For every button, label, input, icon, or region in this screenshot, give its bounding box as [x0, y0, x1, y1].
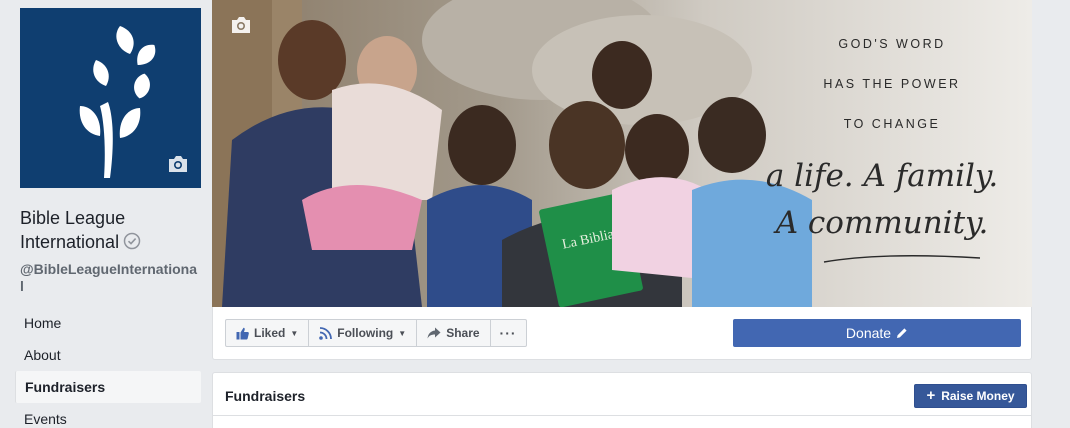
raise-money-button[interactable]: + Raise Money — [914, 384, 1027, 408]
share-button[interactable]: Share — [416, 319, 491, 347]
fundraisers-heading: Fundraisers — [225, 388, 306, 404]
page-handle[interactable]: @BibleLeagueInternational — [20, 261, 200, 295]
card-divider — [213, 415, 1031, 416]
cover-photo[interactable]: La Biblia GOD'S WORD HAS THE POWER TO CH… — [212, 0, 1032, 307]
cover-line-1: GOD'S WORD — [838, 37, 946, 51]
profile-picture[interactable] — [20, 8, 201, 188]
nav-item-events[interactable]: Events — [15, 403, 201, 428]
chevron-down-icon: ▼ — [290, 328, 299, 338]
rss-icon — [319, 326, 333, 340]
fundraisers-card: Fundraisers + Raise Money — [212, 372, 1032, 428]
cover-headline: GOD'S WORD HAS THE POWER TO CHANGE a lif… — [752, 0, 1032, 307]
page-title[interactable]: Bible League International — [20, 206, 200, 256]
donate-button[interactable]: Donate — [733, 319, 1021, 347]
action-button-group: Liked ▼ Following ▼ Share ··· — [225, 319, 527, 347]
cover-script-1: a life. A family. — [765, 158, 999, 194]
plus-icon: + — [926, 387, 936, 404]
liked-label: Liked — [254, 326, 286, 340]
share-arrow-icon — [427, 327, 441, 339]
verified-badge-icon — [123, 232, 141, 256]
cover-line-3: TO CHANGE — [843, 117, 941, 131]
script-underline-icon — [823, 255, 981, 263]
more-options-button[interactable]: ··· — [489, 319, 527, 347]
chevron-down-icon: ▼ — [398, 328, 407, 338]
raise-money-label: Raise Money — [941, 389, 1015, 403]
pencil-icon — [896, 327, 908, 339]
following-button[interactable]: Following ▼ — [308, 319, 418, 347]
share-label: Share — [446, 326, 480, 340]
thumbs-up-icon — [236, 327, 249, 340]
cover-script-2: A community. — [775, 205, 989, 241]
following-label: Following — [337, 326, 394, 340]
nav-item-about[interactable]: About — [15, 339, 201, 371]
cover-line-2: HAS THE POWER — [823, 77, 961, 91]
liked-button[interactable]: Liked ▼ — [225, 319, 310, 347]
nav-item-home[interactable]: Home — [15, 307, 201, 339]
camera-icon[interactable] — [167, 155, 189, 178]
page-action-bar: Liked ▼ Following ▼ Share ··· Donate — [212, 307, 1032, 360]
page-name-text[interactable]: Bible League International — [20, 208, 125, 252]
donate-label: Donate — [845, 325, 892, 341]
nav-item-fundraisers[interactable]: Fundraisers — [15, 371, 201, 403]
page-nav: Home About Fundraisers Events — [15, 307, 201, 428]
